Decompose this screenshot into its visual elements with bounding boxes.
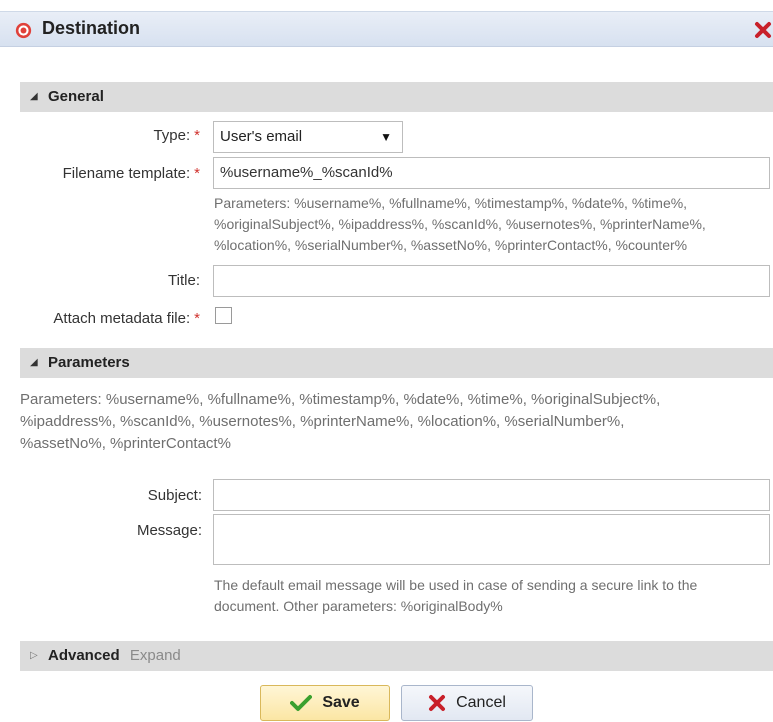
hint-line: Parameters: %username%, %fullname%, %tim… bbox=[214, 195, 688, 211]
message-hint: The default email message will be used i… bbox=[214, 575, 697, 617]
expand-triangle-icon: ▷ bbox=[30, 650, 38, 661]
hint-line: document. Other parameters: %originalBod… bbox=[214, 598, 503, 614]
filename-template-hint: Parameters: %username%, %fullname%, %tim… bbox=[214, 193, 706, 256]
general-header-label: General bbox=[48, 88, 104, 105]
dropdown-arrow-icon: ▼ bbox=[380, 130, 392, 144]
advanced-section-header[interactable]: ▷ Advanced Expand bbox=[20, 641, 773, 671]
general-section-header[interactable]: ◢ General bbox=[20, 82, 773, 112]
attach-metadata-label: Attach metadata file: * bbox=[53, 310, 200, 327]
dialog-title: Destination bbox=[42, 18, 141, 38]
message-textarea[interactable] bbox=[213, 514, 770, 565]
target-icon bbox=[15, 22, 32, 39]
advanced-header-label: Advanced bbox=[48, 647, 120, 664]
parameters-section-header[interactable]: ◢ Parameters bbox=[20, 348, 773, 378]
description-line: %ipaddress%, %scanId%, %usernotes%, %pri… bbox=[20, 413, 625, 430]
hint-line: The default email message will be used i… bbox=[214, 577, 698, 593]
filename-template-input[interactable]: %username%_%scanId% bbox=[213, 157, 770, 189]
parameters-description: Parameters: %username%, %fullname%, %tim… bbox=[20, 389, 660, 455]
save-button[interactable]: Save bbox=[260, 685, 390, 721]
title-input[interactable] bbox=[213, 265, 770, 297]
close-icon[interactable] bbox=[753, 20, 773, 40]
hint-line: %location%, %serialNumber%, %assetNo%, %… bbox=[214, 237, 688, 253]
collapse-triangle-icon: ◢ bbox=[30, 357, 38, 368]
filename-template-label: Filename template: * bbox=[62, 165, 200, 182]
parameters-header-label: Parameters bbox=[48, 354, 130, 371]
expand-link[interactable]: Expand bbox=[130, 647, 181, 664]
hint-line: %originalSubject%, %ipaddress%, %scanId%… bbox=[214, 216, 706, 232]
dialog-titlebar: Destination bbox=[0, 0, 773, 52]
cancel-button-label: Cancel bbox=[456, 694, 506, 711]
subject-label: Subject: bbox=[147, 487, 202, 504]
title-label: Title: bbox=[168, 272, 200, 289]
message-label: Message: bbox=[136, 522, 202, 539]
subject-input[interactable] bbox=[213, 479, 770, 511]
cancel-button[interactable]: Cancel bbox=[401, 685, 533, 721]
type-select-value: User's email bbox=[220, 128, 303, 145]
attach-metadata-checkbox[interactable] bbox=[215, 307, 232, 324]
collapse-triangle-icon: ◢ bbox=[30, 91, 38, 102]
type-select[interactable]: User's email ▼ bbox=[213, 121, 403, 153]
cancel-x-icon bbox=[429, 695, 446, 711]
checkmark-icon bbox=[290, 695, 313, 711]
type-label: Type: * bbox=[153, 127, 200, 144]
description-line: Parameters: %username%, %fullname%, %tim… bbox=[20, 391, 661, 408]
save-button-label: Save bbox=[322, 694, 360, 711]
description-line: %assetNo%, %printerContact% bbox=[20, 435, 231, 452]
